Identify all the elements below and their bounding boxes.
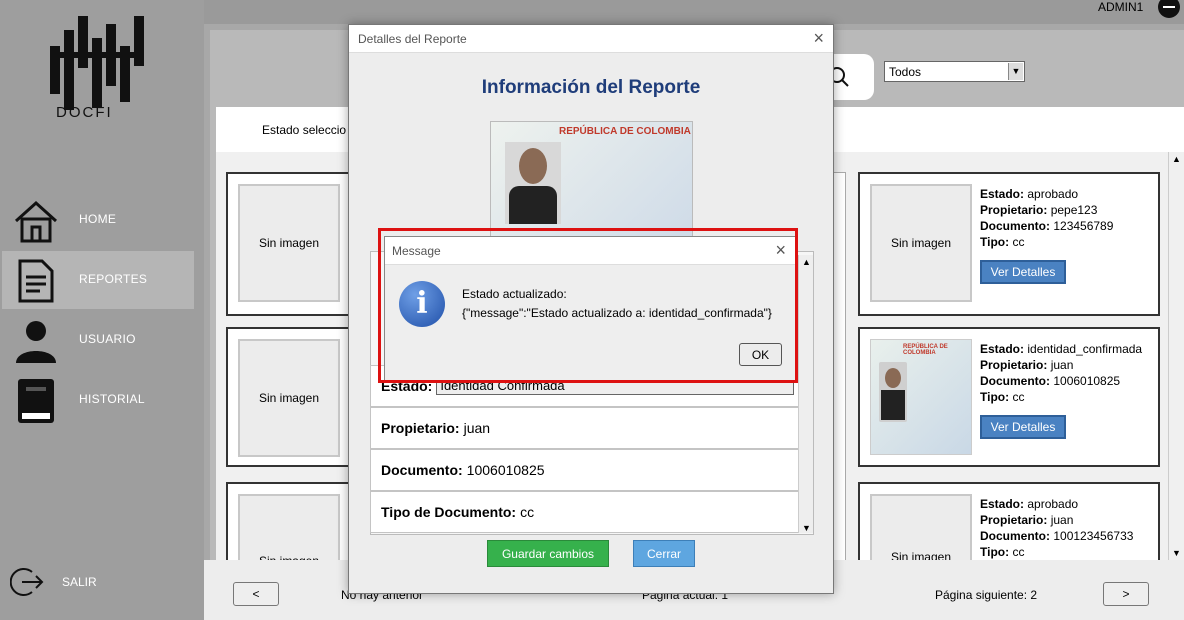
report-card: REPÚBLICA DE COLOMBIA Estado: identidad_… <box>858 327 1160 467</box>
scroll-up-icon[interactable]: ▲ <box>802 257 811 267</box>
dialog-heading: Información del Reporte <box>481 77 701 98</box>
propietario-label: Propietario: <box>980 358 1048 372</box>
status-label: Estado seleccio <box>262 123 347 137</box>
dialog-title: Detalles del Reporte <box>358 32 467 46</box>
report-card: Sin imagen Estado: aprobado Propietario:… <box>858 172 1160 316</box>
scrollbar[interactable]: ▲ ▼ <box>1168 152 1184 560</box>
ver-detalles-button[interactable]: Ver Detalles <box>980 260 1066 284</box>
card-thumbnail: Sin imagen <box>870 184 972 302</box>
nav-historial[interactable]: HISTORIAL <box>2 371 194 429</box>
nav-historial-label: HISTORIAL <box>79 392 145 406</box>
propietario-row-value: juan <box>463 420 491 436</box>
propietario-value: pepe123 <box>1050 203 1098 217</box>
scroll-down-icon[interactable]: ▼ <box>802 523 811 533</box>
status-filter-select[interactable]: Todos ▼ <box>884 61 1025 82</box>
prev-page-button[interactable]: < <box>233 582 279 606</box>
id-card-thumbnail: REPÚBLICA DE COLOMBIA <box>870 339 972 455</box>
logo-text: DOCFI <box>56 104 113 121</box>
logout-label: SALIR <box>62 575 97 589</box>
thumb-card-country: REPÚBLICA DE COLOMBIA <box>903 344 948 356</box>
home-icon <box>14 200 58 243</box>
card-thumbnail: Sin imagen <box>238 339 340 457</box>
estado-label: Estado: <box>980 342 1025 356</box>
scroll-up-icon[interactable]: ▲ <box>1172 154 1181 164</box>
next-page-button[interactable]: > <box>1103 582 1149 606</box>
id-card-image: REPÚBLICA DE COLOMBIA <box>490 121 693 239</box>
report-card: Sin imagen <box>226 327 354 467</box>
propietario-value: juan <box>1050 513 1074 527</box>
user-menu-icon[interactable] <box>1158 0 1180 18</box>
status-filter-value: Todos <box>889 65 922 79</box>
card-info: Estado: aprobado Propietario: pepe123 Do… <box>980 186 1113 250</box>
tipo-row-value: cc <box>520 504 535 520</box>
tipo-value: cc <box>1012 235 1025 249</box>
report-card: Sin imagen <box>226 482 354 574</box>
nav-reportes[interactable]: REPORTES <box>2 251 194 309</box>
tipo-row-label: Tipo de Documento: <box>381 504 517 520</box>
estado-value: aprobado <box>1027 497 1079 511</box>
tipo-label: Tipo: <box>980 235 1010 249</box>
nav-usuario-label: USUARIO <box>79 332 136 346</box>
save-button[interactable]: Guardar cambios <box>487 540 609 567</box>
tipo-row: Tipo de Documento: cc <box>370 491 800 533</box>
ver-detalles-button[interactable]: Ver Detalles <box>980 415 1066 439</box>
nav-usuario[interactable]: USUARIO <box>2 311 194 369</box>
logout-icon <box>10 568 44 596</box>
documento-label: Documento: <box>980 374 1050 388</box>
user-icon <box>16 321 56 363</box>
documento-value: 123456789 <box>1053 219 1114 233</box>
scroll-down-icon[interactable]: ▼ <box>1172 548 1181 558</box>
documento-value: 1006010825 <box>1053 374 1121 388</box>
estado-label: Estado: <box>980 187 1025 201</box>
propietario-row-label: Propietario: <box>381 420 460 436</box>
logout-button[interactable]: SALIR <box>10 566 150 598</box>
highlight-box <box>378 228 798 383</box>
estado-value: identidad_confirmada <box>1027 342 1143 356</box>
nav-home[interactable]: HOME <box>2 191 194 249</box>
dialog-scrollbar[interactable]: ▲ ▼ <box>798 255 813 533</box>
close-button[interactable]: Cerrar <box>633 540 695 567</box>
documento-row-label: Documento: <box>381 462 463 478</box>
sidebar: DOCFI HOME REPORTES USUARIO HISTORIAL SA… <box>0 0 204 620</box>
id-card-country: REPÚBLICA DE COLOMBIA <box>559 126 691 137</box>
documento-row-value: 1006010825 <box>466 462 545 478</box>
next-page-text: Página siguiente: 2 <box>935 588 1038 602</box>
tipo-value: cc <box>1012 390 1025 404</box>
propietario-value: juan <box>1050 358 1074 372</box>
user-area[interactable]: ADMIN1 <box>1098 0 1180 18</box>
tipo-value: cc <box>1012 545 1025 559</box>
documento-value: 100123456733 <box>1053 529 1134 543</box>
tipo-label: Tipo: <box>980 390 1010 404</box>
documento-label: Documento: <box>980 529 1050 543</box>
id-photo <box>879 362 907 422</box>
report-card: Sin imagen Estado: aprobado Propietario:… <box>858 482 1160 566</box>
chevron-down-icon[interactable]: ▼ <box>1008 63 1023 80</box>
id-card-photo <box>505 142 561 224</box>
card-info: Estado: identidad_confirmada Propietario… <box>980 341 1142 405</box>
book-icon <box>18 379 54 423</box>
estado-label: Estado: <box>980 497 1025 511</box>
tipo-label: Tipo: <box>980 545 1010 559</box>
propietario-label: Propietario: <box>980 513 1048 527</box>
close-icon[interactable]: × <box>813 28 824 49</box>
card-thumbnail: Sin imagen <box>870 494 972 566</box>
dialog-titlebar: Detalles del Reporte × <box>349 25 833 53</box>
document-icon <box>18 259 54 303</box>
documento-label: Documento: <box>980 219 1050 233</box>
estado-value: aprobado <box>1027 187 1079 201</box>
nav-home-label: HOME <box>79 212 117 226</box>
username: ADMIN1 <box>1098 0 1144 14</box>
nav-reportes-label: REPORTES <box>79 272 148 286</box>
card-info: Estado: aprobado Propietario: juan Docum… <box>980 496 1133 560</box>
documento-row: Documento: 1006010825 <box>370 449 800 491</box>
card-thumbnail: Sin imagen <box>238 184 340 302</box>
propietario-row: Propietario: juan <box>370 407 800 449</box>
propietario-label: Propietario: <box>980 203 1048 217</box>
report-card: Sin imagen <box>226 172 354 316</box>
